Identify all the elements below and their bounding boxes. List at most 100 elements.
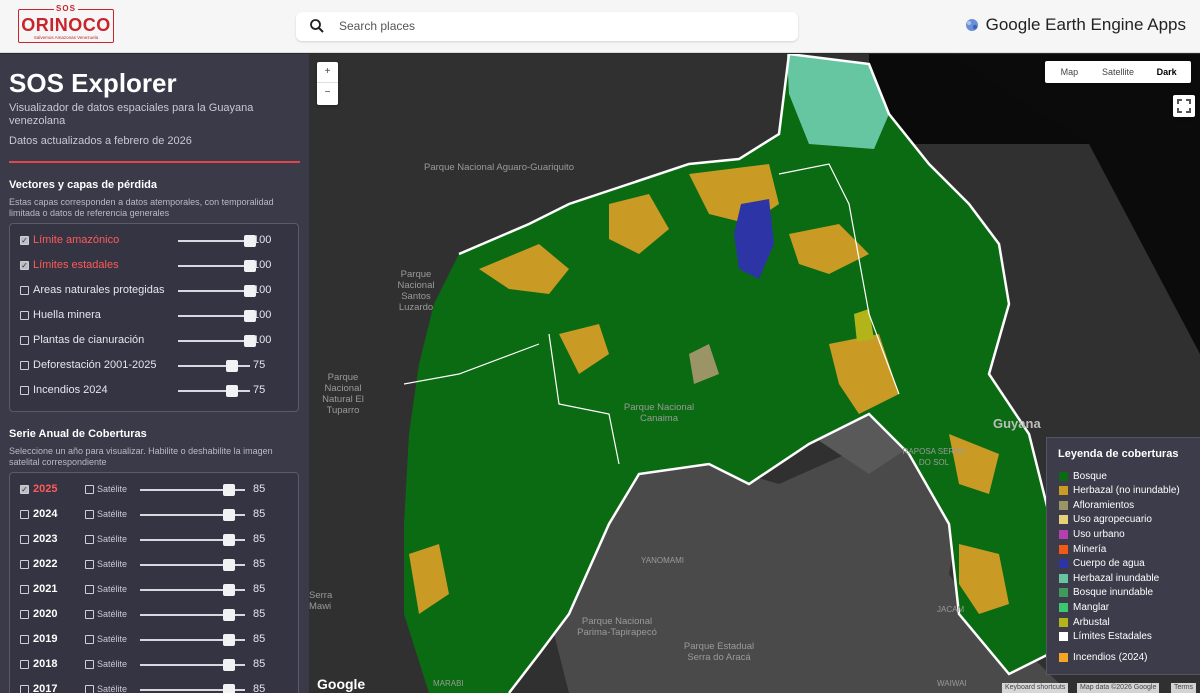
map-view[interactable]: Parque Nacional Aguaro-Guariquito Parque… xyxy=(309,54,1200,693)
layer-checkbox[interactable] xyxy=(20,361,29,370)
satellite-label: Satélite xyxy=(97,634,128,644)
updated-date: Datos actualizados a febrero de 2026 xyxy=(9,135,192,147)
layer-label: Huella minera xyxy=(33,309,101,321)
map-type-map[interactable]: Map xyxy=(1045,61,1094,83)
opacity-slider-thumb[interactable] xyxy=(223,634,236,646)
sos-orinoco-logo[interactable]: SOS ORINOCO Salvemos Amazonas Venezuela xyxy=(18,4,114,43)
satellite-checkbox[interactable] xyxy=(85,585,94,594)
opacity-slider-thumb[interactable] xyxy=(226,360,238,372)
satellite-checkbox[interactable] xyxy=(85,535,94,544)
satellite-checkbox[interactable] xyxy=(85,610,94,619)
year-row: 2017 Satélite 85 xyxy=(10,680,300,693)
year-checkbox[interactable] xyxy=(20,685,29,693)
opacity-value: 85 xyxy=(253,583,266,595)
legend-item: Minería xyxy=(1059,542,1106,556)
legend-item: Uso urbano xyxy=(1059,527,1125,541)
legend-item: Bosque inundable xyxy=(1059,586,1153,600)
layer-checkbox[interactable] xyxy=(20,286,29,295)
year-checkbox[interactable] xyxy=(20,585,29,594)
year-label: 2020 xyxy=(33,608,58,620)
label-jacam: JACAM xyxy=(937,605,965,614)
year-label: 2017 xyxy=(33,683,58,693)
brand[interactable]: Google Earth Engine Apps xyxy=(964,15,1186,35)
year-checkbox[interactable] xyxy=(20,660,29,669)
satellite-checkbox[interactable] xyxy=(85,510,94,519)
opacity-slider-thumb[interactable] xyxy=(223,684,236,693)
year-checkbox[interactable] xyxy=(20,510,29,519)
opacity-slider-thumb[interactable] xyxy=(223,584,236,596)
year-checkbox[interactable] xyxy=(20,560,29,569)
year-checkbox[interactable]: ✓ xyxy=(20,485,29,494)
keyboard-shortcuts-link[interactable]: Keyboard shortcuts xyxy=(1002,683,1069,693)
opacity-slider-thumb[interactable] xyxy=(223,659,236,671)
opacity-value: 85 xyxy=(253,558,266,570)
layer-checkbox[interactable] xyxy=(20,336,29,345)
label-serra: Serra Mawi xyxy=(309,590,333,612)
year-row: 2023 Satélite 85 xyxy=(10,530,300,550)
opacity-slider-thumb[interactable] xyxy=(223,534,236,546)
year-label: 2024 xyxy=(33,508,58,520)
satellite-checkbox[interactable] xyxy=(85,485,94,494)
opacity-slider-thumb[interactable] xyxy=(226,385,238,397)
opacity-slider-thumb[interactable] xyxy=(223,509,236,521)
search-input[interactable] xyxy=(339,17,779,35)
opacity-slider-thumb[interactable] xyxy=(223,559,236,571)
opacity-value: 85 xyxy=(253,608,266,620)
year-checkbox[interactable] xyxy=(20,535,29,544)
brand-label: Google Earth Engine Apps xyxy=(985,15,1186,34)
vector-layer-row: Areas naturales protegidas 100 xyxy=(10,281,300,301)
opacity-slider[interactable] xyxy=(178,240,250,242)
legend-swatch xyxy=(1059,632,1068,642)
terms-link[interactable]: Terms xyxy=(1171,683,1197,693)
satellite-checkbox[interactable] xyxy=(85,685,94,693)
legend-swatch xyxy=(1059,500,1068,510)
legend-swatch xyxy=(1059,573,1068,583)
label-yanomami: YANOMAMI xyxy=(641,556,684,565)
label-araca: Parque Estadual Serra do Aracá xyxy=(683,641,755,663)
satellite-label: Satélite xyxy=(97,559,128,569)
legend-label: Bosque xyxy=(1073,470,1107,482)
annual-section-description: Seleccione un año para visualizar. Habil… xyxy=(9,446,273,467)
layer-label: Areas naturales protegidas xyxy=(33,284,165,296)
map-type-satellite[interactable]: Satellite xyxy=(1094,61,1143,83)
layer-checkbox[interactable] xyxy=(20,311,29,320)
legend-swatch xyxy=(1059,486,1068,496)
legend-swatch xyxy=(1059,559,1068,569)
label-aguaro: Parque Nacional Aguaro-Guariquito xyxy=(424,162,574,173)
legend-swatch xyxy=(1059,544,1068,554)
layer-checkbox[interactable]: ✓ xyxy=(20,236,29,245)
legend-swatch xyxy=(1059,588,1068,598)
map-type-dark[interactable]: Dark xyxy=(1142,61,1191,83)
opacity-slider[interactable] xyxy=(178,315,250,317)
opacity-slider-thumb[interactable] xyxy=(223,609,236,621)
satellite-label: Satélite xyxy=(97,584,128,594)
opacity-slider[interactable] xyxy=(178,290,250,292)
opacity-slider[interactable] xyxy=(178,365,250,367)
layer-checkbox[interactable] xyxy=(20,386,29,395)
satellite-checkbox[interactable] xyxy=(85,635,94,644)
layer-label: Deforestación 2001-2025 xyxy=(33,359,157,371)
zoom-in-button[interactable]: + xyxy=(317,62,338,83)
search-box[interactable] xyxy=(296,12,798,41)
legend-item: Cuerpo de agua xyxy=(1059,557,1145,571)
opacity-slider-thumb[interactable] xyxy=(223,484,236,496)
legend-swatch xyxy=(1059,529,1068,539)
zoom-out-button[interactable]: − xyxy=(317,83,338,104)
opacity-slider[interactable] xyxy=(178,340,250,342)
year-checkbox[interactable] xyxy=(20,610,29,619)
legend-label: Minería xyxy=(1073,543,1107,555)
satellite-label: Satélite xyxy=(97,509,128,519)
year-checkbox[interactable] xyxy=(20,635,29,644)
sidebar: SOS Explorer Visualizador de datos espac… xyxy=(0,54,309,693)
layer-checkbox[interactable]: ✓ xyxy=(20,261,29,270)
satellite-label: Satélite xyxy=(97,484,128,494)
opacity-slider[interactable] xyxy=(178,265,250,267)
opacity-value: 85 xyxy=(253,508,266,520)
opacity-slider[interactable] xyxy=(178,390,250,392)
fullscreen-button[interactable] xyxy=(1173,95,1195,117)
satellite-checkbox[interactable] xyxy=(85,660,94,669)
legend-title: Leyenda de coberturas xyxy=(1058,448,1179,460)
satellite-checkbox[interactable] xyxy=(85,560,94,569)
legend-item: Incendios (2024) xyxy=(1059,651,1148,665)
legend-item: Manglar xyxy=(1059,600,1109,614)
